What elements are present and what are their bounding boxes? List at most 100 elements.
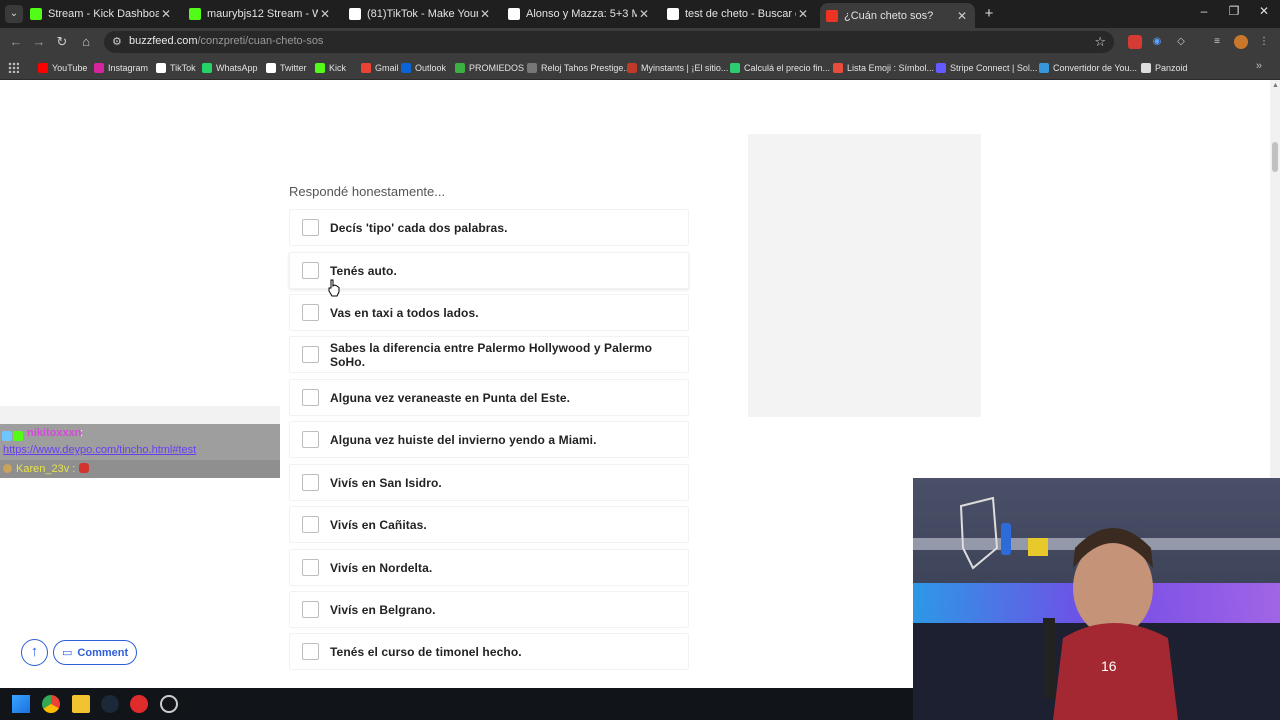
apps-grid-icon[interactable] bbox=[8, 62, 19, 73]
quiz-option[interactable]: Tenés el curso de timonel hecho. bbox=[289, 633, 689, 670]
quiz-checkbox[interactable] bbox=[302, 516, 319, 533]
tab-close-icon[interactable]: ✕ bbox=[955, 9, 969, 23]
quiz-option[interactable]: Alguna vez huiste del invierno yendo a M… bbox=[289, 421, 689, 458]
quiz-checkbox[interactable] bbox=[302, 262, 319, 279]
media-player-icon[interactable] bbox=[130, 695, 148, 713]
browser-tab[interactable]: Alonso y Mazza: 5+3 Momento✕ bbox=[502, 3, 657, 25]
steam-icon[interactable] bbox=[101, 695, 119, 713]
bookmark-item[interactable]: Calculá el precio fin... bbox=[730, 61, 830, 75]
quiz-checkbox[interactable] bbox=[302, 304, 319, 321]
quiz-checkbox[interactable] bbox=[302, 346, 319, 363]
minimize-icon[interactable]: – bbox=[1194, 4, 1214, 18]
bookmark-item[interactable]: Kick bbox=[315, 61, 346, 75]
forward-icon[interactable]: → bbox=[31, 34, 47, 50]
bookmark-item[interactable]: Stripe Connect | Sol... bbox=[936, 61, 1037, 75]
bookmark-item[interactable]: Lista Emoji : Símbol... bbox=[833, 61, 934, 75]
tab-close-icon[interactable]: ✕ bbox=[478, 7, 492, 21]
buzzfeed-icon bbox=[826, 9, 838, 22]
chat-avatar bbox=[3, 464, 12, 473]
quiz-checkbox[interactable] bbox=[302, 389, 319, 406]
bookmark-favicon-icon bbox=[936, 63, 946, 73]
bookmark-favicon-icon bbox=[833, 63, 843, 73]
browser-tab[interactable]: maurybjs12 Stream - Watch Liv✕ bbox=[183, 3, 338, 25]
browser-tab[interactable]: (81)TikTok - Make Your Day✕ bbox=[343, 3, 498, 25]
tab-close-icon[interactable]: ✕ bbox=[796, 7, 810, 21]
chat-link: https://www.deypo.com/tincho.html#test bbox=[3, 444, 197, 456]
bookmark-item[interactable]: Reloj Tahos Prestige... bbox=[527, 61, 631, 75]
home-icon[interactable]: ⌂ bbox=[78, 34, 94, 50]
file-explorer-icon[interactable] bbox=[72, 695, 90, 713]
tab-search-button[interactable]: ⌄ bbox=[5, 5, 23, 23]
new-tab-button[interactable]: + bbox=[980, 5, 998, 23]
google-icon bbox=[667, 8, 679, 20]
quiz-option[interactable]: Sabes la diferencia entre Palermo Hollyw… bbox=[289, 336, 689, 373]
bookmark-item[interactable]: Twitter bbox=[266, 61, 307, 75]
browser-tab[interactable]: ¿Cuán cheto sos? ✕ bbox=[820, 3, 975, 28]
chrome-icon[interactable] bbox=[42, 695, 60, 713]
extensions-puzzle-icon[interactable]: ◇ bbox=[1174, 35, 1188, 49]
quiz-option-label: Vivís en Cañitas. bbox=[330, 517, 427, 532]
scroll-up-icon[interactable]: ▲ bbox=[1272, 82, 1279, 89]
bookmark-favicon-icon bbox=[455, 63, 465, 73]
bookmark-item[interactable]: Myinstants | ¡El sitio... bbox=[627, 61, 728, 75]
quiz-option[interactable]: Vivís en Cañitas. bbox=[289, 506, 689, 543]
scroll-to-top-button[interactable]: ↑ bbox=[21, 639, 48, 666]
bookmark-label: Outlook bbox=[415, 63, 447, 73]
bookmark-item[interactable]: Gmail bbox=[361, 61, 399, 75]
quiz-option[interactable]: Decís 'tipo' cada dos palabras. bbox=[289, 209, 689, 246]
close-window-icon[interactable]: ✕ bbox=[1254, 4, 1274, 18]
reading-list-icon[interactable]: ≡ bbox=[1210, 35, 1224, 49]
quiz-option[interactable]: Tenés auto. bbox=[289, 252, 689, 289]
browser-tab[interactable]: test de cheto - Buscar con Goo✕ bbox=[661, 3, 816, 25]
tab-title: Stream - Kick Dashboard bbox=[48, 8, 159, 20]
tab-title: maurybjs12 Stream - Watch Liv bbox=[207, 8, 318, 20]
webcam-overlay: 16 bbox=[913, 478, 1280, 720]
quiz-checkbox[interactable] bbox=[302, 474, 319, 491]
quiz-option[interactable]: Vivís en Belgrano. bbox=[289, 591, 689, 628]
address-bar[interactable]: ⚙ buzzfeed.com/conzpreti/cuan-cheto-sos … bbox=[104, 31, 1114, 53]
bookmark-item[interactable]: WhatsApp bbox=[202, 61, 258, 75]
quiz-option-label: Decís 'tipo' cada dos palabras. bbox=[330, 220, 508, 235]
quiz-checkbox[interactable] bbox=[302, 431, 319, 448]
quiz-option[interactable]: Vivís en Nordelta. bbox=[289, 549, 689, 586]
scrollbar-thumb[interactable] bbox=[1272, 142, 1278, 172]
bookmark-item[interactable]: Panzoid bbox=[1141, 61, 1188, 75]
bookmark-item[interactable]: Instagram bbox=[94, 61, 148, 75]
reload-icon[interactable]: ↻ bbox=[54, 34, 70, 50]
tab-close-icon[interactable]: ✕ bbox=[318, 7, 332, 21]
hand-cursor-icon bbox=[328, 279, 340, 297]
bookmark-item[interactable]: YouTube bbox=[38, 61, 87, 75]
quiz-option[interactable]: Alguna vez veraneaste en Punta del Este. bbox=[289, 379, 689, 416]
windows-start-icon[interactable] bbox=[12, 695, 30, 713]
audio-icon[interactable]: ◉ bbox=[1150, 35, 1164, 49]
tab-close-icon[interactable]: ✕ bbox=[637, 7, 651, 21]
bookmark-item[interactable]: Outlook bbox=[401, 61, 446, 75]
quiz-checkbox[interactable] bbox=[302, 643, 319, 660]
obs-icon[interactable] bbox=[160, 695, 178, 713]
back-icon[interactable]: ← bbox=[8, 34, 24, 50]
bookmark-item[interactable]: TikTok bbox=[156, 61, 196, 75]
stream-chat-overlay: nikitoxxxn : https://www.deypo.com/tinch… bbox=[0, 406, 280, 478]
comment-icon: ▭ bbox=[62, 647, 73, 659]
quiz-checkbox[interactable] bbox=[302, 219, 319, 236]
maximize-icon[interactable]: ❐ bbox=[1224, 4, 1244, 18]
bookmark-favicon-icon bbox=[202, 63, 212, 73]
menu-icon[interactable]: ⋮ bbox=[1257, 35, 1271, 49]
profile-avatar[interactable] bbox=[1234, 35, 1248, 49]
quiz-option[interactable]: Vivís en San Isidro. bbox=[289, 464, 689, 501]
extension-icon[interactable] bbox=[1128, 35, 1142, 49]
chat-separator: : bbox=[80, 427, 84, 439]
browser-tab[interactable]: Stream - Kick Dashboard ✕ bbox=[24, 3, 179, 25]
bookmark-favicon-icon bbox=[315, 63, 325, 73]
quiz-option[interactable]: Vas en taxi a todos lados. bbox=[289, 294, 689, 331]
bookmark-item[interactable]: Convertidor de You... bbox=[1039, 61, 1137, 75]
quiz-checkbox[interactable] bbox=[302, 601, 319, 618]
bookmark-star-icon[interactable]: ☆ bbox=[1094, 34, 1106, 50]
site-info-icon[interactable]: ⚙ bbox=[112, 35, 122, 48]
quiz-checkbox[interactable] bbox=[302, 559, 319, 576]
tab-close-icon[interactable]: ✕ bbox=[159, 7, 173, 21]
comment-button[interactable]: ▭ Comment bbox=[53, 640, 138, 665]
url-text: buzzfeed.com/conzpreti/cuan-cheto-sos bbox=[129, 35, 324, 47]
bookmark-item[interactable]: PROMIEDOS bbox=[455, 61, 524, 75]
more-bookmarks-icon[interactable]: » bbox=[1256, 60, 1262, 72]
